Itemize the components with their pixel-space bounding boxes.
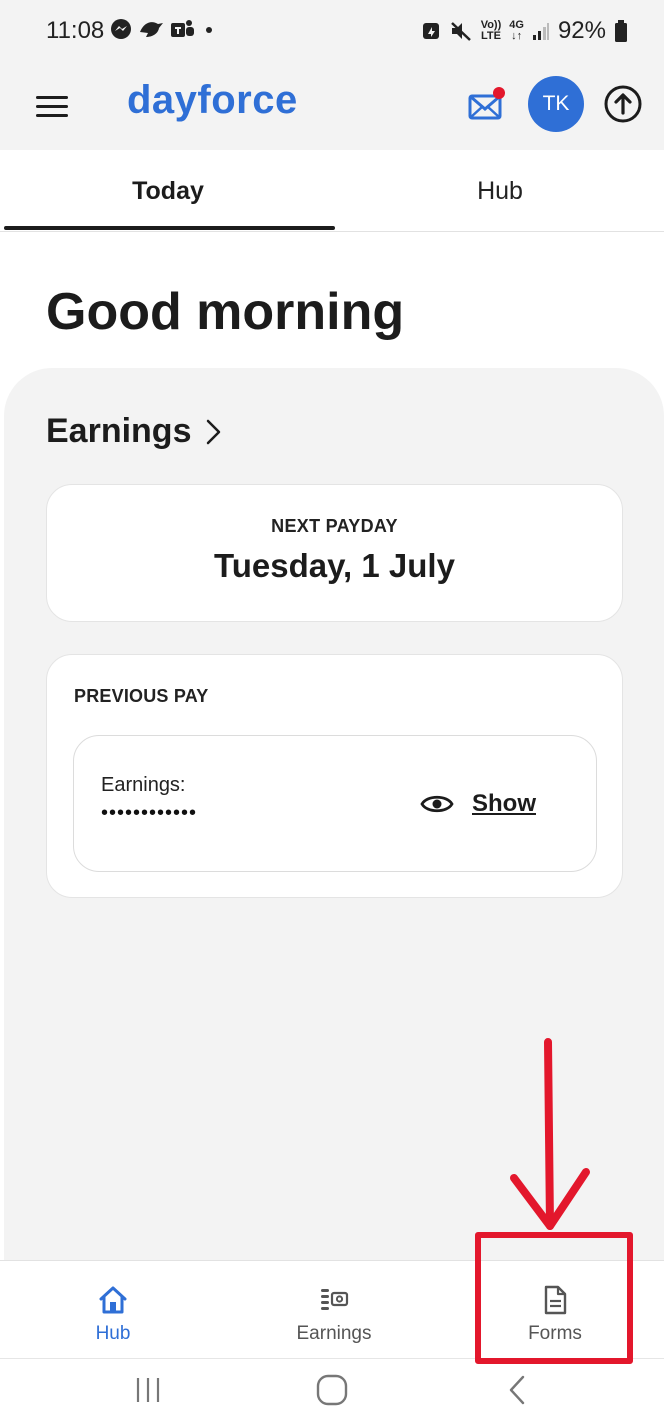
tab-hub[interactable]: Hub bbox=[336, 150, 664, 232]
previous-pay-card: PREVIOUS PAY Earnings: •••••••••••• Show bbox=[46, 654, 623, 898]
home-icon bbox=[99, 1286, 127, 1314]
notification-icons bbox=[110, 18, 216, 40]
recent-apps-icon[interactable] bbox=[128, 1373, 168, 1407]
menu-button[interactable] bbox=[36, 90, 70, 124]
bird-icon bbox=[140, 22, 163, 37]
network-indicator: 4G ↓↑ bbox=[509, 19, 524, 42]
upload-button[interactable] bbox=[603, 84, 643, 124]
battery-saver-icon bbox=[422, 23, 439, 39]
battery-icon bbox=[615, 20, 627, 42]
previous-pay-detail: Earnings: •••••••••••• Show bbox=[73, 735, 597, 872]
next-payday-card: NEXT PAYDAY Tuesday, 1 July bbox=[46, 484, 623, 622]
status-time: 11:08 bbox=[46, 17, 105, 44]
eye-icon bbox=[420, 795, 454, 813]
teams-icon bbox=[171, 20, 194, 37]
earnings-link[interactable]: Earnings bbox=[46, 412, 225, 451]
unread-badge bbox=[493, 87, 505, 99]
nav-hub[interactable]: Hub bbox=[33, 1261, 193, 1359]
annotation-arrow-icon bbox=[510, 1038, 590, 1230]
hamburger-icon-line bbox=[36, 105, 68, 108]
next-payday-label: NEXT PAYDAY bbox=[271, 516, 398, 536]
messages-button[interactable] bbox=[468, 86, 506, 124]
next-payday-date: Tuesday, 1 July bbox=[214, 547, 455, 584]
chevron-right-icon bbox=[207, 419, 221, 444]
earnings-masked-value: •••••••••••• bbox=[101, 802, 198, 824]
hamburger-icon-line bbox=[36, 114, 68, 117]
active-tab-indicator bbox=[4, 226, 335, 230]
avatar[interactable]: TK bbox=[528, 76, 584, 132]
status-bar: 11:08 Vo)) LTE 4G ↓↑ 92% bbox=[0, 0, 664, 66]
show-label: Show bbox=[472, 790, 536, 817]
home-button-icon[interactable] bbox=[312, 1373, 352, 1407]
signal-icon bbox=[532, 23, 549, 40]
system-nav-bar bbox=[0, 1358, 664, 1424]
dot-icon bbox=[206, 27, 212, 33]
brand-logo: dayforce bbox=[127, 78, 298, 122]
app-header: dayforce TK bbox=[0, 66, 664, 150]
volte-indicator: Vo)) LTE bbox=[480, 19, 502, 42]
back-icon[interactable] bbox=[498, 1373, 538, 1407]
nav-earnings[interactable]: Earnings bbox=[254, 1261, 414, 1359]
messenger-icon bbox=[111, 19, 131, 39]
app-screen: 11:08 Vo)) LTE 4G ↓↑ 92% dayforce TK Tod… bbox=[0, 0, 664, 1424]
earnings-icon bbox=[321, 1289, 349, 1310]
annotation-highlight-box bbox=[475, 1232, 633, 1364]
status-right: Vo)) LTE 4G ↓↑ 92% bbox=[421, 17, 628, 45]
tab-bar: Today Hub bbox=[0, 150, 664, 232]
earnings-label: Earnings: bbox=[101, 774, 186, 796]
mute-icon bbox=[450, 22, 471, 41]
arrow-up-circle-icon bbox=[604, 85, 642, 123]
nav-hub-label: Hub bbox=[95, 1323, 131, 1344]
show-earnings-button[interactable]: Show bbox=[420, 790, 536, 818]
tab-today[interactable]: Today bbox=[0, 150, 336, 232]
greeting-title: Good morning bbox=[46, 283, 405, 341]
hamburger-icon-line bbox=[36, 96, 68, 99]
earnings-heading: Earnings bbox=[46, 412, 192, 450]
previous-pay-label: PREVIOUS PAY bbox=[74, 686, 209, 706]
battery-percent: 92% bbox=[557, 17, 606, 44]
nav-earnings-label: Earnings bbox=[296, 1323, 372, 1344]
mail-icon bbox=[468, 87, 505, 120]
